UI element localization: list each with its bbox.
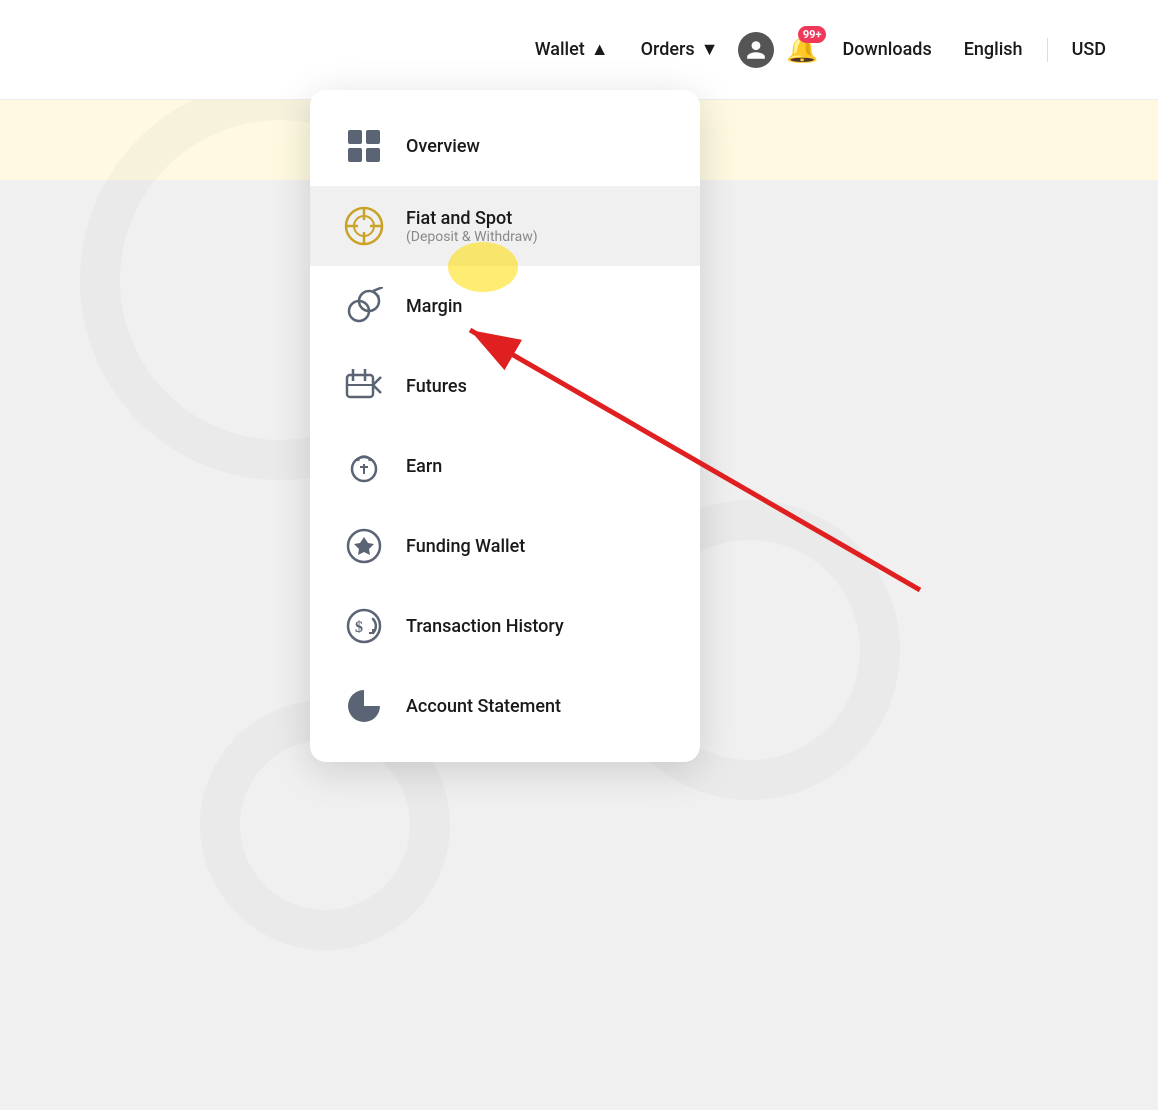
wallet-nav-item[interactable]: Wallet ▲ (523, 31, 621, 68)
orders-label: Orders (641, 39, 695, 60)
menu-item-funding-wallet[interactable]: Funding Wallet (310, 506, 700, 586)
account-statement-text: Account Statement (406, 696, 561, 717)
overview-label: Overview (406, 136, 480, 157)
orders-chevron-down-icon: ▼ (701, 39, 719, 60)
wallet-label: Wallet (535, 39, 585, 60)
earn-icon (342, 444, 386, 488)
wallet-dropdown-menu: Overview Fiat and Spot (Deposit & Withdr… (310, 90, 700, 762)
usd-nav-item[interactable]: USD (1060, 31, 1118, 68)
usd-label: USD (1072, 39, 1106, 60)
svg-text:$: $ (355, 619, 363, 636)
earn-text: Earn (406, 456, 442, 477)
menu-item-account-statement[interactable]: Account Statement (310, 666, 700, 746)
english-nav-item[interactable]: English (952, 31, 1035, 68)
orders-nav-item[interactable]: Orders ▼ (629, 31, 731, 68)
menu-item-futures[interactable]: Futures (310, 346, 700, 426)
menu-item-earn[interactable]: Earn (310, 426, 700, 506)
wallet-chevron-up-icon: ▲ (591, 39, 609, 60)
fiat-spot-text: Fiat and Spot (Deposit & Withdraw) (406, 208, 538, 245)
overview-text: Overview (406, 136, 480, 157)
account-statement-icon (342, 684, 386, 728)
menu-item-transaction-history[interactable]: $ Transaction History (310, 586, 700, 666)
funding-wallet-text: Funding Wallet (406, 536, 525, 557)
notification-badge: 99+ (798, 26, 827, 43)
margin-text: Margin (406, 296, 462, 317)
margin-icon (342, 284, 386, 328)
fiat-spot-label: Fiat and Spot (406, 208, 538, 229)
downloads-nav-item[interactable]: Downloads (830, 31, 943, 68)
navbar: Wallet ▲ Orders ▼ 🔔 99+ Downloads Englis… (0, 0, 1158, 100)
futures-icon (342, 364, 386, 408)
downloads-label: Downloads (842, 39, 931, 60)
transaction-history-label: Transaction History (406, 616, 564, 637)
account-statement-label: Account Statement (406, 696, 561, 717)
fiat-spot-sublabel: (Deposit & Withdraw) (406, 229, 538, 245)
user-avatar[interactable] (738, 32, 774, 68)
transaction-history-icon: $ (342, 604, 386, 648)
futures-text: Futures (406, 376, 467, 397)
futures-label: Futures (406, 376, 467, 397)
fiat-spot-icon (342, 204, 386, 248)
nav-divider (1047, 38, 1048, 62)
overview-icon (342, 124, 386, 168)
menu-item-margin[interactable]: Margin (310, 266, 700, 346)
funding-wallet-icon (342, 524, 386, 568)
transaction-history-text: Transaction History (406, 616, 564, 637)
earn-label: Earn (406, 456, 442, 477)
notification-button[interactable]: 🔔 99+ (782, 30, 822, 70)
menu-item-fiat-and-spot[interactable]: Fiat and Spot (Deposit & Withdraw) (310, 186, 700, 266)
english-label: English (964, 39, 1023, 60)
menu-item-overview[interactable]: Overview (310, 106, 700, 186)
margin-label: Margin (406, 296, 462, 317)
funding-wallet-label: Funding Wallet (406, 536, 525, 557)
